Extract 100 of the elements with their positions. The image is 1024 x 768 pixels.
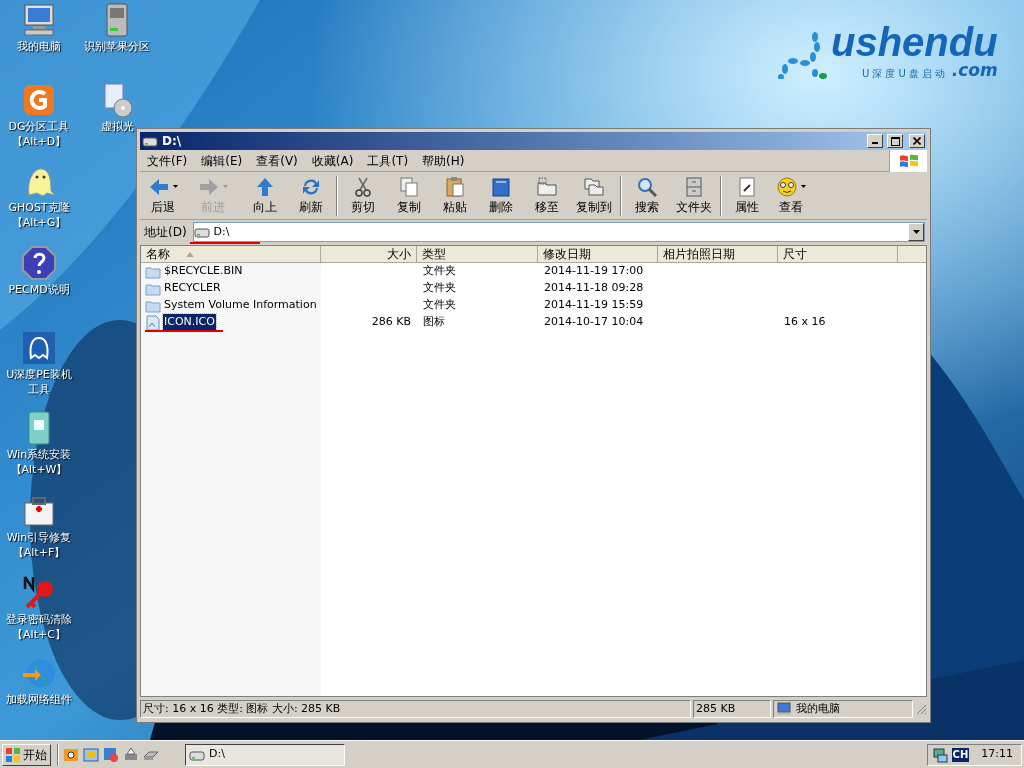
table-cell-text: 文件夹 <box>422 297 457 314</box>
menu-item[interactable]: 编辑(E) <box>194 151 250 170</box>
ghost-tile-icon[interactable] <box>21 330 57 366</box>
status-text: 尺寸: 16 x 16 类型: 图标 大小: 285 KB <box>140 700 691 718</box>
desktop-icon-label[interactable]: Win引导修复 <box>6 531 72 544</box>
cabinet-icon <box>683 175 705 198</box>
toolbar-button[interactable]: 后退 <box>142 173 192 218</box>
document-icon <box>490 175 512 198</box>
menu-item[interactable]: 收藏(A) <box>304 151 361 170</box>
scissors-icon <box>352 175 374 198</box>
logo-domain: .com <box>951 62 998 79</box>
input-method-indicator[interactable]: CH <box>951 747 970 762</box>
toolbar-button[interactable]: 查看 <box>770 173 820 218</box>
image-file-icon <box>145 314 161 331</box>
column-header[interactable]: 修改日期 <box>538 246 658 263</box>
footprints-icon <box>775 31 827 79</box>
toolbar-button[interactable]: 属性 <box>724 173 770 218</box>
taskbar-button[interactable]: D:\ <box>185 743 345 766</box>
file-name[interactable]: $RECYCLE.BIN <box>163 263 244 280</box>
logo-text: ushendu <box>831 22 998 62</box>
smiley-icon <box>776 175 798 198</box>
toolbar-button[interactable]: 移至 <box>524 173 570 218</box>
start-button[interactable]: 开始 <box>2 743 51 766</box>
folder-icon <box>145 298 161 313</box>
table-cell-text: 2014-11-19 17:00 <box>543 263 645 280</box>
toolbar-button[interactable]: 删除 <box>478 173 524 218</box>
status-text: 我的电脑 <box>796 700 840 717</box>
menu-item[interactable]: 文件(F) <box>140 151 195 170</box>
minimize-icon <box>872 142 878 144</box>
desktop-icon-label[interactable]: 【Alt+W】 <box>10 463 68 476</box>
address-field[interactable]: D:\ <box>192 222 925 242</box>
toolbar-button[interactable]: 文件夹 <box>670 173 718 218</box>
column-header[interactable]: 大小 <box>321 246 417 263</box>
dropdown-caret-icon <box>801 185 806 188</box>
computer-icon[interactable] <box>21 2 57 38</box>
menu-item[interactable]: 查看(V) <box>249 151 305 170</box>
table-cell-text: 2014-11-19 15:59 <box>543 297 645 314</box>
toolbar-button[interactable]: 向上 <box>242 173 288 218</box>
network-status-icon[interactable] <box>931 746 948 763</box>
toolbar-button[interactable]: 粘贴 <box>432 173 478 218</box>
windows-flag-icon <box>6 747 20 762</box>
menu-item[interactable]: 帮助(H) <box>415 151 472 170</box>
logo-tagline: U深度U盘启动 <box>862 69 948 79</box>
toolbar-button[interactable]: 刷新 <box>288 173 334 218</box>
table-cell-text: 2014-11-18 09:28 <box>543 280 645 297</box>
file-name[interactable]: RECYCLER <box>163 280 222 297</box>
column-header[interactable]: 尺寸 <box>778 246 898 263</box>
toolbar-button[interactable]: 复制到 <box>570 173 618 218</box>
properties-icon <box>736 175 758 198</box>
file-name[interactable]: ICON.ICO <box>163 314 216 331</box>
network-icon[interactable] <box>103 746 119 763</box>
desktop-icon-label[interactable]: Win系统安装 <box>6 448 72 461</box>
table-cell-text: 文件夹 <box>422 263 457 280</box>
desktop-icon-label[interactable]: 工具 <box>28 383 50 396</box>
partition-tool-icon[interactable] <box>21 82 57 118</box>
folder-icon <box>145 281 161 296</box>
table-cell-text: 16 x 16 <box>783 314 827 331</box>
desktop-icon-label[interactable]: U深度PE装机 <box>6 368 72 381</box>
drive-icon <box>193 226 210 238</box>
copy-icon <box>398 175 420 198</box>
search-folder-icon[interactable] <box>63 746 79 763</box>
dropdown-caret-icon <box>173 185 178 188</box>
column-header[interactable]: 相片拍照日期 <box>658 246 778 263</box>
table-cell-text: 2014-10-17 10:04 <box>543 314 645 331</box>
dropdown-caret-icon <box>223 185 228 188</box>
drive-icon <box>142 135 158 147</box>
sort-ascending-icon <box>186 251 194 257</box>
menu-item[interactable]: 工具(T) <box>360 151 416 170</box>
maximize-icon <box>890 136 900 146</box>
minimize-button[interactable] <box>867 134 883 148</box>
drive-icon <box>189 748 205 761</box>
caret-icon <box>912 230 920 234</box>
clipboard-icon <box>444 175 466 198</box>
header-filler <box>898 246 926 263</box>
window-title: D:\ <box>162 133 183 150</box>
table-cell-text: 图标 <box>422 314 446 331</box>
printer-icon[interactable] <box>123 746 139 763</box>
toolbar-button[interactable]: 剪切 <box>340 173 386 218</box>
maximize-button[interactable] <box>887 134 903 148</box>
column-header[interactable]: 名称 <box>141 246 321 263</box>
address-label: 地址(D) <box>143 224 188 241</box>
file-name[interactable]: System Volume Information <box>163 297 318 314</box>
close-icon <box>913 137 921 145</box>
search-icon <box>636 175 658 198</box>
underline-mark <box>189 242 260 244</box>
folder-copy-icon <box>583 175 605 198</box>
desktop-icon-label[interactable]: PECMD说明 <box>8 283 70 296</box>
toolbar-button[interactable]: 复制 <box>386 173 432 218</box>
computer-icon <box>776 702 792 716</box>
table-cell-text: 286 KB <box>370 314 412 331</box>
column-header[interactable]: 类型 <box>417 246 538 263</box>
close-button[interactable] <box>909 134 925 148</box>
resize-grip-icon <box>915 703 927 715</box>
status-text: 285 KB <box>693 700 771 718</box>
table-cell-text: 文件夹 <box>422 280 457 297</box>
clock: 17:11 <box>981 746 1013 763</box>
desktop-icon-label[interactable]: 【Alt+F】 <box>12 546 66 559</box>
toolbar-button[interactable]: 搜索 <box>624 173 670 218</box>
dropdown-button[interactable] <box>908 223 924 241</box>
windows-flag-icon <box>897 152 920 170</box>
